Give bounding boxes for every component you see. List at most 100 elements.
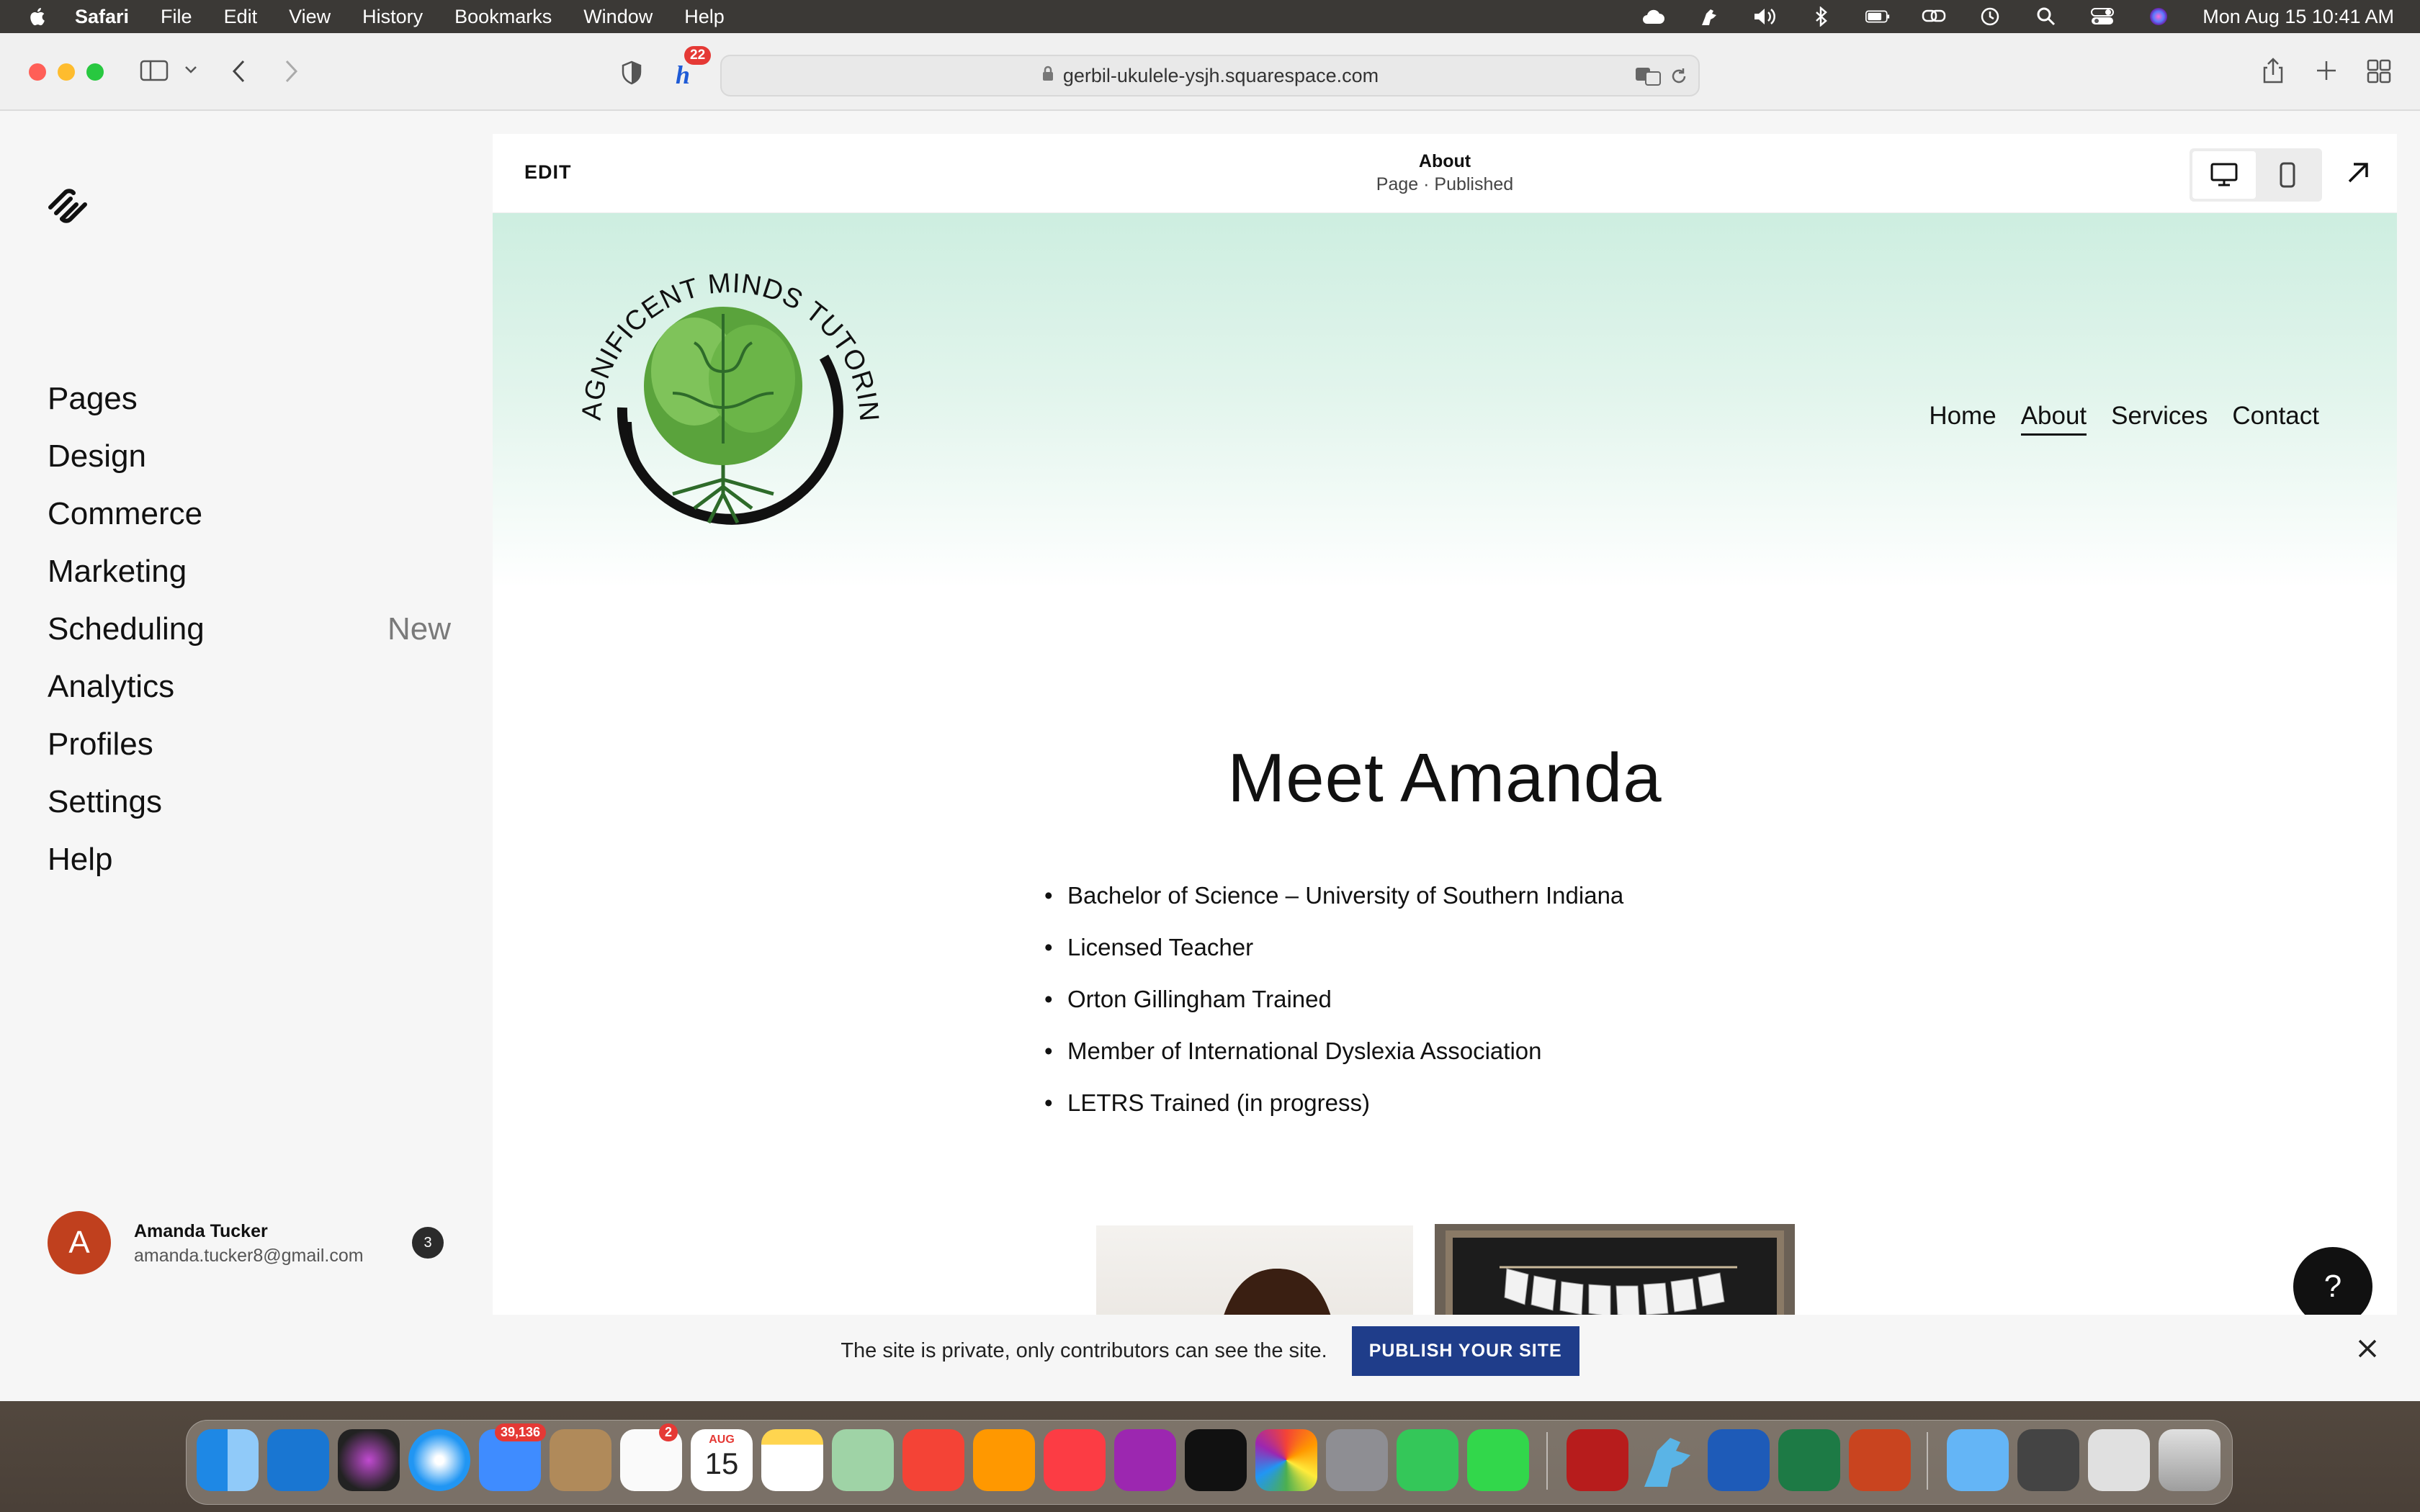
list-item: Member of International Dyslexia Associa… [1044, 1025, 1623, 1077]
site-nav-contact[interactable]: Contact [2232, 402, 2319, 436]
page-status: Page · Published [1376, 174, 1514, 194]
time-machine-icon[interactable] [1978, 6, 2002, 27]
document-thumbnail[interactable] [2088, 1429, 2150, 1491]
notification-count-badge[interactable]: 3 [412, 1227, 444, 1259]
sidebar-item-help[interactable]: Help [48, 831, 451, 888]
maps-icon[interactable] [832, 1429, 894, 1491]
private-site-banner: The site is private, only contributors c… [0, 1315, 2420, 1387]
menu-view[interactable]: View [289, 6, 331, 28]
reload-icon[interactable] [1670, 66, 1688, 91]
battery-icon[interactable] [1865, 6, 1890, 27]
excel-icon[interactable] [1778, 1429, 1840, 1491]
menu-window[interactable]: Window [583, 6, 653, 28]
translate-icon[interactable] [1635, 66, 1662, 91]
menu-history[interactable]: History [362, 6, 423, 28]
forward-icon[interactable] [282, 59, 300, 84]
contacts-icon[interactable] [550, 1429, 611, 1491]
site-preview: MAGNIFICENT MINDS TUTORING Home About Se… [493, 213, 2397, 1315]
editor-header: EDIT About Page · Published [493, 134, 2397, 213]
menu-help[interactable]: Help [684, 6, 725, 28]
site-nav-about[interactable]: About [2020, 402, 2087, 436]
menu-file[interactable]: File [161, 6, 192, 28]
sidebar-item-marketing[interactable]: Marketing [48, 543, 451, 600]
mobile-view-button[interactable] [2256, 151, 2319, 199]
site-nav-services[interactable]: Services [2111, 402, 2208, 436]
sidebar-item-scheduling[interactable]: Scheduling New [48, 600, 451, 658]
squarespace-logo-icon[interactable] [46, 186, 89, 226]
account-menu[interactable]: A Amanda Tucker amanda.tucker8@gmail.com… [48, 1211, 451, 1276]
share-icon[interactable] [2262, 56, 2285, 85]
bluetooth-icon[interactable] [1809, 6, 1834, 27]
podcasts-icon[interactable] [1114, 1429, 1176, 1491]
svg-text:h: h [676, 60, 690, 88]
menu-edit[interactable]: Edit [224, 6, 258, 28]
new-badge: New [387, 611, 451, 647]
fullscreen-window-button[interactable] [86, 63, 104, 81]
desktop-view-button[interactable] [2192, 151, 2256, 199]
sidebar-item-analytics[interactable]: Analytics [48, 658, 451, 716]
news-icon[interactable] [902, 1429, 964, 1491]
user-email: amanda.tucker8@gmail.com [134, 1246, 364, 1266]
control-center-icon[interactable] [2090, 6, 2115, 27]
device-view-toggle [2190, 148, 2322, 202]
notes-icon[interactable] [761, 1429, 823, 1491]
dog-icon[interactable] [1697, 6, 1721, 27]
publish-site-button[interactable]: PUBLISH YOUR SITE [1351, 1326, 1579, 1376]
folder-icon[interactable] [1947, 1429, 2009, 1491]
privacy-shield-icon[interactable] [621, 60, 642, 85]
back-icon[interactable] [230, 59, 248, 84]
sidebar-item-pages[interactable]: Pages [48, 370, 451, 428]
chevron-down-icon[interactable] [184, 65, 197, 75]
screenshot-thumbnail[interactable] [2017, 1429, 2079, 1491]
new-tab-icon[interactable] [2315, 59, 2338, 82]
url-text[interactable]: gerbil-ukulele-ysjh.squarespace.com [1063, 65, 1379, 87]
tab-overview-icon[interactable] [2367, 59, 2391, 84]
address-bar[interactable]: gerbil-ukulele-ysjh.squarespace.com [720, 55, 1700, 96]
screen-mirroring-icon[interactable] [1922, 6, 1946, 27]
list-item: Bachelor of Science – University of Sout… [1044, 870, 1623, 922]
sidebar-item-design[interactable]: Design [48, 428, 451, 485]
safari-icon[interactable] [408, 1429, 470, 1491]
trash-icon[interactable] [2159, 1429, 2220, 1491]
sidebar-item-settings[interactable]: Settings [48, 773, 451, 831]
music-icon[interactable] [1044, 1429, 1106, 1491]
menu-clock[interactable]: Mon Aug 15 10:41 AM [2202, 6, 2394, 28]
close-window-button[interactable] [29, 63, 46, 81]
apple-icon[interactable] [27, 6, 49, 27]
siri-icon[interactable] [2146, 6, 2171, 27]
powerpoint-icon[interactable] [1849, 1429, 1911, 1491]
safari-window: h 22 gerbil-ukulele-ysjh.squarespace.com [0, 33, 2420, 1401]
portrait-photo [1096, 1225, 1413, 1315]
system-preferences-icon[interactable] [1326, 1429, 1388, 1491]
calendar-icon[interactable]: AUG 15 [691, 1429, 753, 1491]
site-editor: EDIT About Page · Published AGNIFICENT M… [493, 134, 2397, 1315]
photos-icon[interactable] [1255, 1429, 1317, 1491]
cloud-icon[interactable] [1641, 6, 1665, 27]
word-icon[interactable] [1708, 1429, 1770, 1491]
finder-icon[interactable] [197, 1429, 259, 1491]
siri-app-icon[interactable] [338, 1429, 400, 1491]
magnificent-minds-logo[interactable]: MAGNIFICENT MINDS TUTORING [579, 271, 882, 544]
volume-icon[interactable] [1753, 6, 1778, 27]
facetime-icon[interactable] [1397, 1429, 1458, 1491]
sidebar-item-profiles[interactable]: Profiles [48, 716, 451, 773]
spotlight-search-icon[interactable] [2034, 6, 2058, 27]
list-item: Orton Gillingham Trained [1044, 973, 1623, 1025]
site-nav-home[interactable]: Home [1929, 402, 1996, 436]
squarespace-sidebar: Pages Design Commerce Marketing Scheduli… [0, 111, 493, 1328]
acrobat-icon[interactable] [1567, 1429, 1628, 1491]
open-external-icon[interactable] [2345, 160, 2371, 189]
books-icon[interactable] [973, 1429, 1035, 1491]
dog-app-icon[interactable] [1637, 1429, 1699, 1491]
avatar[interactable]: A [48, 1211, 111, 1274]
messages-icon[interactable] [1467, 1429, 1529, 1491]
apple-tv-icon[interactable] [1185, 1429, 1247, 1491]
close-icon[interactable] [2355, 1336, 2380, 1364]
sidebar-item-commerce[interactable]: Commerce [48, 485, 451, 543]
minimize-window-button[interactable] [58, 63, 75, 81]
menu-bookmarks[interactable]: Bookmarks [454, 6, 552, 28]
sidebar-toggle-icon[interactable] [140, 59, 169, 82]
app-store-icon[interactable] [267, 1429, 329, 1491]
private-site-message: The site is private, only contributors c… [841, 1338, 1327, 1362]
menu-app-name[interactable]: Safari [75, 6, 129, 28]
